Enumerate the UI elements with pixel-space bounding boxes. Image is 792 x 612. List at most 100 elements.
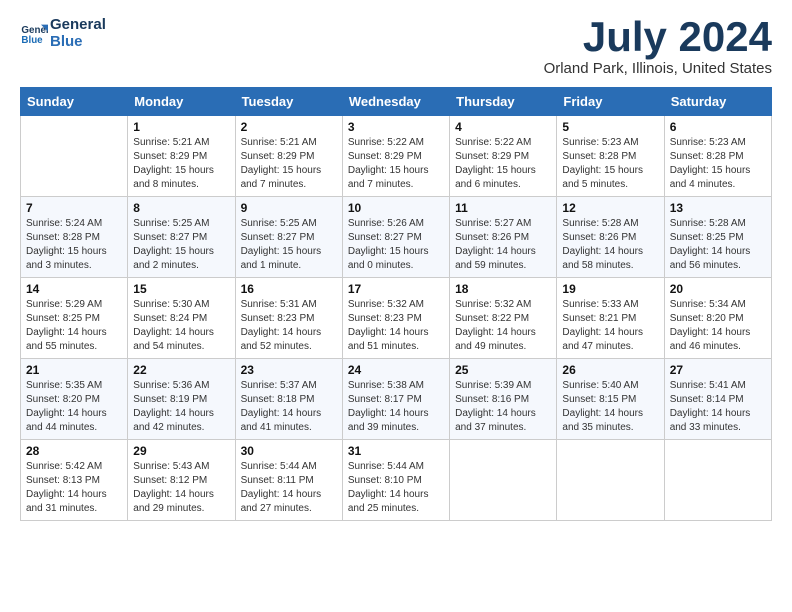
day-info: Sunrise: 5:21 AM Sunset: 8:29 PM Dayligh… — [133, 136, 229, 192]
calendar-cell: 26 Sunrise: 5:40 AM Sunset: 8:15 PM Dayli… — [557, 359, 664, 440]
calendar-cell: 20 Sunrise: 5:34 AM Sunset: 8:20 PM Dayli… — [664, 278, 771, 359]
day-number: 10 — [348, 201, 444, 215]
day-info: Sunrise: 5:27 AM Sunset: 8:26 PM Dayligh… — [455, 217, 551, 273]
day-number: 28 — [26, 444, 122, 458]
calendar-cell: 16Sunrise: 5:31 AM Sunset: 8:23 PM Dayli… — [235, 278, 342, 359]
day-info: Sunrise: 5:38 AM Sunset: 8:17 PM Dayligh… — [348, 379, 444, 435]
day-number: 21 — [26, 363, 122, 377]
page-header: General Blue General Blue July 2024 Orla… — [20, 16, 772, 77]
day-number: 2 — [241, 120, 337, 134]
day-info: Sunrise: 5:28 AM Sunset: 8:26 PM Dayligh… — [562, 217, 658, 273]
calendar-cell: 10 Sunrise: 5:26 AM Sunset: 8:27 PM Dayli… — [342, 197, 449, 278]
calendar-week-row: 1 Sunrise: 5:21 AM Sunset: 8:29 PM Daylig… — [21, 116, 772, 197]
calendar-cell: 18Sunrise: 5:32 AM Sunset: 8:22 PM Dayli… — [450, 278, 557, 359]
day-info: Sunrise: 5:22 AM Sunset: 8:29 PM Dayligh… — [455, 136, 551, 192]
day-number: 14 — [26, 282, 122, 296]
calendar-cell: 4 Sunrise: 5:22 AM Sunset: 8:29 PM Daylig… — [450, 116, 557, 197]
calendar-cell — [450, 440, 557, 521]
day-number: 3 — [348, 120, 444, 134]
weekday-header-wednesday: Wednesday — [342, 88, 449, 116]
calendar-cell: 30 Sunrise: 5:44 AM Sunset: 8:11 PM Dayli… — [235, 440, 342, 521]
calendar-cell: 2 Sunrise: 5:21 AM Sunset: 8:29 PM Daylig… — [235, 116, 342, 197]
day-info: Sunrise: 5:25 AM Sunset: 8:27 PM Dayligh… — [241, 217, 337, 273]
calendar-cell — [557, 440, 664, 521]
calendar-week-row: 28 Sunrise: 5:42 AM Sunset: 8:13 PM Dayli… — [21, 440, 772, 521]
day-number: 17 — [348, 282, 444, 296]
day-info: Sunrise: 5:34 AM Sunset: 8:20 PM Dayligh… — [670, 298, 766, 354]
day-info: Sunrise: 5:31 AM Sunset: 8:23 PM Dayligh… — [241, 298, 337, 354]
day-info: Sunrise: 5:35 AM Sunset: 8:20 PM Dayligh… — [26, 379, 122, 435]
day-number: 15 — [133, 282, 229, 296]
day-info: Sunrise: 5:44 AM Sunset: 8:11 PM Dayligh… — [241, 460, 337, 516]
day-info: Sunrise: 5:37 AM Sunset: 8:18 PM Dayligh… — [241, 379, 337, 435]
day-number: 4 — [455, 120, 551, 134]
day-number: 25 — [455, 363, 551, 377]
day-number: 6 — [670, 120, 766, 134]
day-info: Sunrise: 5:36 AM Sunset: 8:19 PM Dayligh… — [133, 379, 229, 435]
calendar-cell: 25Sunrise: 5:39 AM Sunset: 8:16 PM Dayli… — [450, 359, 557, 440]
day-info: Sunrise: 5:40 AM Sunset: 8:15 PM Dayligh… — [562, 379, 658, 435]
calendar-cell: 5 Sunrise: 5:23 AM Sunset: 8:28 PM Daylig… — [557, 116, 664, 197]
day-info: Sunrise: 5:42 AM Sunset: 8:13 PM Dayligh… — [26, 460, 122, 516]
calendar-cell: 1 Sunrise: 5:21 AM Sunset: 8:29 PM Daylig… — [128, 116, 235, 197]
weekday-header-saturday: Saturday — [664, 88, 771, 116]
svg-text:Blue: Blue — [21, 35, 43, 46]
day-info: Sunrise: 5:32 AM Sunset: 8:22 PM Dayligh… — [455, 298, 551, 354]
day-info: Sunrise: 5:25 AM Sunset: 8:27 PM Dayligh… — [133, 217, 229, 273]
month-title: July 2024 — [544, 16, 772, 58]
day-number: 13 — [670, 201, 766, 215]
day-number: 20 — [670, 282, 766, 296]
title-block: July 2024 Orland Park, Illinois, United … — [544, 16, 772, 77]
calendar-cell: 6Sunrise: 5:23 AM Sunset: 8:28 PM Daylig… — [664, 116, 771, 197]
calendar-cell: 24 Sunrise: 5:38 AM Sunset: 8:17 PM Dayli… — [342, 359, 449, 440]
day-number: 12 — [562, 201, 658, 215]
calendar-table: SundayMondayTuesdayWednesdayThursdayFrid… — [20, 87, 772, 521]
weekday-header-friday: Friday — [557, 88, 664, 116]
day-info: Sunrise: 5:24 AM Sunset: 8:28 PM Dayligh… — [26, 217, 122, 273]
day-info: Sunrise: 5:44 AM Sunset: 8:10 PM Dayligh… — [348, 460, 444, 516]
day-number: 22 — [133, 363, 229, 377]
day-number: 23 — [241, 363, 337, 377]
day-info: Sunrise: 5:21 AM Sunset: 8:29 PM Dayligh… — [241, 136, 337, 192]
calendar-cell: 9Sunrise: 5:25 AM Sunset: 8:27 PM Daylig… — [235, 197, 342, 278]
calendar-week-row: 7Sunrise: 5:24 AM Sunset: 8:28 PM Daylig… — [21, 197, 772, 278]
calendar-cell: 29 Sunrise: 5:43 AM Sunset: 8:12 PM Dayli… — [128, 440, 235, 521]
logo-general: General — [50, 16, 106, 33]
day-number: 1 — [133, 120, 229, 134]
calendar-cell: 27Sunrise: 5:41 AM Sunset: 8:14 PM Dayli… — [664, 359, 771, 440]
weekday-header-row: SundayMondayTuesdayWednesdayThursdayFrid… — [21, 88, 772, 116]
day-info: Sunrise: 5:26 AM Sunset: 8:27 PM Dayligh… — [348, 217, 444, 273]
day-number: 30 — [241, 444, 337, 458]
day-number: 31 — [348, 444, 444, 458]
day-info: Sunrise: 5:29 AM Sunset: 8:25 PM Dayligh… — [26, 298, 122, 354]
calendar-cell: 22 Sunrise: 5:36 AM Sunset: 8:19 PM Dayli… — [128, 359, 235, 440]
calendar-cell: 28 Sunrise: 5:42 AM Sunset: 8:13 PM Dayli… — [21, 440, 128, 521]
day-number: 11 — [455, 201, 551, 215]
day-number: 5 — [562, 120, 658, 134]
day-info: Sunrise: 5:30 AM Sunset: 8:24 PM Dayligh… — [133, 298, 229, 354]
day-number: 8 — [133, 201, 229, 215]
day-number: 26 — [562, 363, 658, 377]
day-number: 24 — [348, 363, 444, 377]
day-info: Sunrise: 5:22 AM Sunset: 8:29 PM Dayligh… — [348, 136, 444, 192]
weekday-header-tuesday: Tuesday — [235, 88, 342, 116]
logo-blue: Blue — [50, 33, 106, 50]
calendar-cell: 7Sunrise: 5:24 AM Sunset: 8:28 PM Daylig… — [21, 197, 128, 278]
calendar-cell: 23 Sunrise: 5:37 AM Sunset: 8:18 PM Dayli… — [235, 359, 342, 440]
day-info: Sunrise: 5:43 AM Sunset: 8:12 PM Dayligh… — [133, 460, 229, 516]
day-number: 29 — [133, 444, 229, 458]
calendar-cell: 13 Sunrise: 5:28 AM Sunset: 8:25 PM Dayli… — [664, 197, 771, 278]
calendar-cell: 19 Sunrise: 5:33 AM Sunset: 8:21 PM Dayli… — [557, 278, 664, 359]
location-title: Orland Park, Illinois, United States — [544, 60, 772, 77]
logo-icon: General Blue — [20, 19, 48, 47]
calendar-cell: 17Sunrise: 5:32 AM Sunset: 8:23 PM Dayli… — [342, 278, 449, 359]
day-info: Sunrise: 5:23 AM Sunset: 8:28 PM Dayligh… — [562, 136, 658, 192]
day-info: Sunrise: 5:28 AM Sunset: 8:25 PM Dayligh… — [670, 217, 766, 273]
weekday-header-sunday: Sunday — [21, 88, 128, 116]
day-info: Sunrise: 5:33 AM Sunset: 8:21 PM Dayligh… — [562, 298, 658, 354]
weekday-header-thursday: Thursday — [450, 88, 557, 116]
calendar-cell: 14 Sunrise: 5:29 AM Sunset: 8:25 PM Dayli… — [21, 278, 128, 359]
calendar-cell: 31 Sunrise: 5:44 AM Sunset: 8:10 PM Dayli… — [342, 440, 449, 521]
day-number: 19 — [562, 282, 658, 296]
day-number: 27 — [670, 363, 766, 377]
